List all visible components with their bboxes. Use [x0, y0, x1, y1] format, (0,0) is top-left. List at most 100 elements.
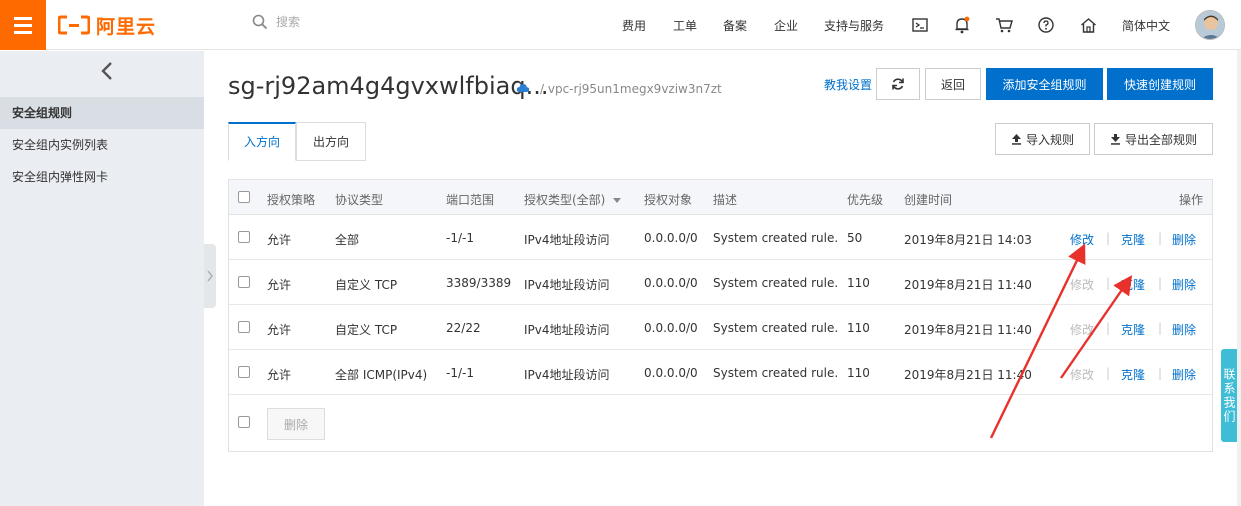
op-separator: | [1106, 321, 1111, 335]
op-separator: | [1158, 321, 1163, 335]
contact-us-label: 联系我们 [1222, 367, 1236, 424]
scrollbar[interactable] [1237, 50, 1241, 506]
import-rules-label: 导入规则 [1025, 132, 1074, 147]
chevron-right-icon [207, 270, 213, 282]
cell-auth-type: IPv4地址段访问 [524, 278, 610, 292]
add-rule-button[interactable]: 添加安全组规则 [986, 68, 1103, 100]
delete-link[interactable]: 删除 [1172, 231, 1196, 248]
help-setup-link[interactable]: 教我设置 [824, 76, 872, 93]
cell-policy: 允许 [267, 278, 292, 292]
drawer-expand-handle[interactable] [204, 244, 216, 308]
export-all-rules-button[interactable]: 导出全部规则 [1094, 123, 1213, 155]
cell-auth-type: IPv4地址段访问 [524, 323, 610, 337]
clone-link[interactable]: 克隆 [1121, 276, 1145, 293]
select-all-checkbox[interactable] [238, 191, 250, 203]
row-checkbox[interactable] [238, 276, 250, 288]
cell-priority: 110 [847, 366, 870, 380]
tab-outbound[interactable]: 出方向 [296, 122, 366, 161]
cell-protocol: 自定义 TCP [335, 323, 398, 337]
header-policy: 授权策略 [267, 193, 316, 207]
menu-line [14, 16, 32, 20]
search-input[interactable] [276, 15, 476, 29]
header-port: 端口范围 [446, 193, 495, 207]
table-row: 允许 全部 -1/-1 IPv4地址段访问 0.0.0.0/0 System c… [229, 215, 1212, 260]
nav-icp[interactable]: 备案 [723, 0, 747, 50]
tab-inbound[interactable]: 入方向 [228, 122, 296, 161]
edit-link-disabled: 修改 [1070, 368, 1095, 382]
upload-icon [1011, 134, 1021, 145]
caret-down-icon [613, 198, 622, 203]
page-title: sg-rj92am4g4gvxwlfbiaq... [228, 72, 549, 100]
delete-link[interactable]: 删除 [1172, 321, 1196, 338]
cell-port: -1/-1 [446, 231, 474, 245]
cell-auth-target: 0.0.0.0/0 [644, 321, 698, 335]
cell-auth-type: IPv4地址段访问 [524, 368, 610, 382]
cell-auth-type: IPv4地址段访问 [524, 233, 610, 247]
op-separator: | [1158, 276, 1163, 290]
clone-link[interactable]: 克隆 [1121, 321, 1145, 338]
menu-line [14, 30, 32, 34]
contact-us-tab[interactable]: 联系我们 [1221, 349, 1237, 442]
terminal-icon[interactable] [910, 15, 930, 35]
rules-table: 授权策略 协议类型 端口范围 授权类型(全部) 授权对象 描述 优先级 创建时间… [228, 179, 1213, 452]
header-auth-target: 授权对象 [644, 193, 693, 207]
cell-port: -1/-1 [446, 366, 474, 380]
clone-link[interactable]: 克隆 [1121, 366, 1145, 383]
bell-icon[interactable] [952, 15, 972, 35]
delete-link[interactable]: 删除 [1172, 276, 1196, 293]
sidebar-item-security-group-rules[interactable]: 安全组规则 [0, 97, 204, 129]
bulk-select-checkbox[interactable] [238, 416, 250, 428]
op-separator: | [1158, 231, 1163, 245]
op-separator: | [1106, 231, 1111, 245]
aliyun-logo[interactable]: 阿里云 [58, 12, 156, 38]
cell-priority: 110 [847, 321, 870, 335]
sidebar-item-network-interfaces[interactable]: 安全组内弹性网卡 [0, 161, 204, 193]
cart-icon[interactable] [994, 15, 1014, 35]
export-all-rules-label: 导出全部规则 [1124, 132, 1197, 147]
cell-port: 3389/3389 [446, 276, 512, 290]
hamburger-menu-button[interactable] [0, 0, 46, 50]
back-button[interactable]: 返回 [925, 68, 981, 100]
cell-description: System created rule. [713, 276, 839, 290]
sidebar: 安全组规则 安全组内实例列表 安全组内弹性网卡 [0, 51, 204, 506]
header-protocol: 协议类型 [335, 193, 384, 207]
language-switch[interactable]: 简体中文 [1122, 0, 1170, 50]
row-checkbox[interactable] [238, 366, 250, 378]
cell-description: System created rule. [713, 366, 839, 380]
op-separator: | [1158, 366, 1163, 380]
row-checkbox[interactable] [238, 321, 250, 333]
edit-link-disabled: 修改 [1070, 323, 1095, 337]
table-header: 授权策略 协议类型 端口范围 授权类型(全部) 授权对象 描述 优先级 创建时间… [229, 180, 1212, 215]
aliyun-logo-icon [58, 15, 90, 35]
avatar[interactable] [1195, 10, 1225, 40]
nav-tickets[interactable]: 工单 [673, 0, 697, 50]
import-rules-button[interactable]: 导入规则 [995, 123, 1090, 155]
help-icon[interactable] [1036, 15, 1056, 35]
header-auth-type-filter[interactable]: 授权类型(全部) [524, 191, 622, 208]
quick-create-rule-button[interactable]: 快速创建规则 [1107, 68, 1213, 100]
op-separator: | [1106, 366, 1111, 380]
nav-enterprise[interactable]: 企业 [774, 0, 798, 50]
header-auth-type: 授权类型(全部) [524, 193, 606, 207]
edit-link[interactable]: 修改 [1070, 231, 1094, 248]
cell-created: 2019年8月21日 11:40 [904, 278, 1032, 292]
menu-line [14, 23, 32, 27]
cell-protocol: 全部 [335, 233, 360, 247]
cell-auth-target: 0.0.0.0/0 [644, 276, 698, 290]
row-checkbox[interactable] [238, 231, 250, 243]
op-separator: | [1106, 276, 1111, 290]
nav-fees[interactable]: 费用 [622, 0, 646, 50]
cell-priority: 110 [847, 276, 870, 290]
clone-link[interactable]: 克隆 [1121, 231, 1145, 248]
sidebar-collapse-button[interactable] [96, 59, 120, 83]
bulk-delete-button[interactable]: 删除 [267, 408, 325, 440]
refresh-button[interactable] [876, 68, 920, 100]
edit-link-disabled: 修改 [1070, 278, 1095, 292]
sidebar-item-instances[interactable]: 安全组内实例列表 [0, 129, 204, 161]
search-icon [252, 14, 268, 30]
nav-support[interactable]: 支持与服务 [824, 0, 884, 50]
home-icon[interactable] [1078, 15, 1098, 35]
delete-link[interactable]: 删除 [1172, 366, 1196, 383]
refresh-icon [892, 78, 904, 90]
cell-created: 2019年8月21日 11:40 [904, 368, 1032, 382]
